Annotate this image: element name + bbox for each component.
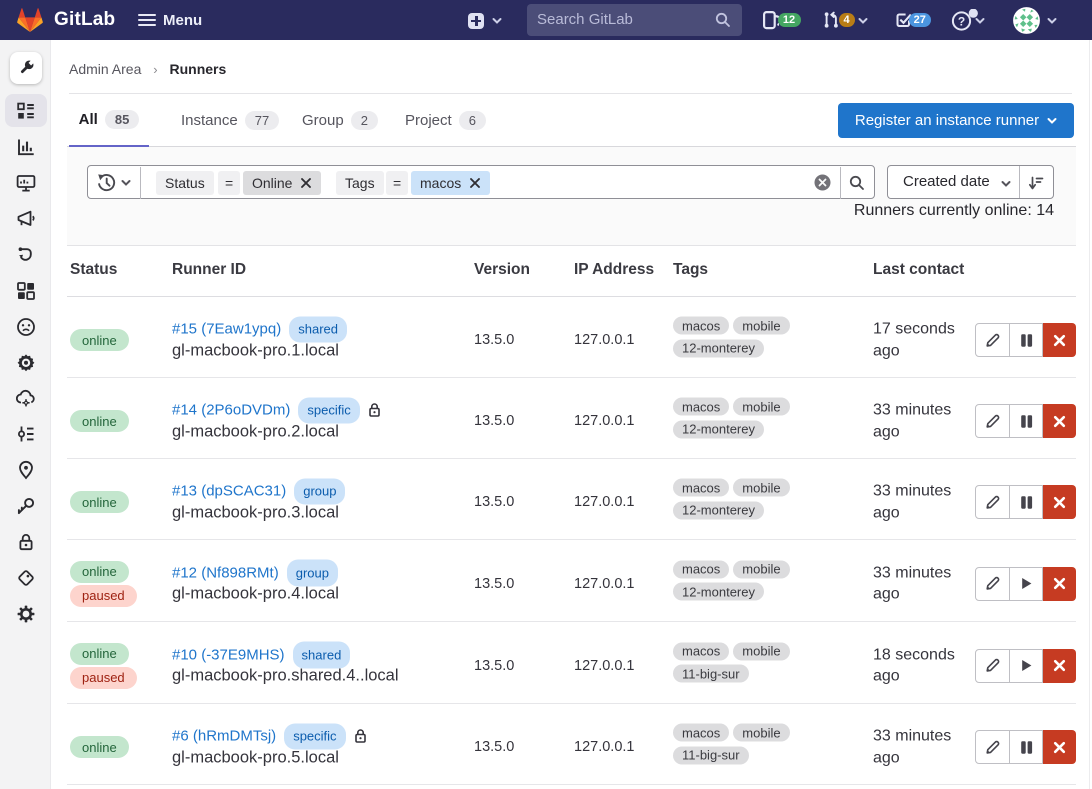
- svg-text:?: ?: [958, 14, 965, 28]
